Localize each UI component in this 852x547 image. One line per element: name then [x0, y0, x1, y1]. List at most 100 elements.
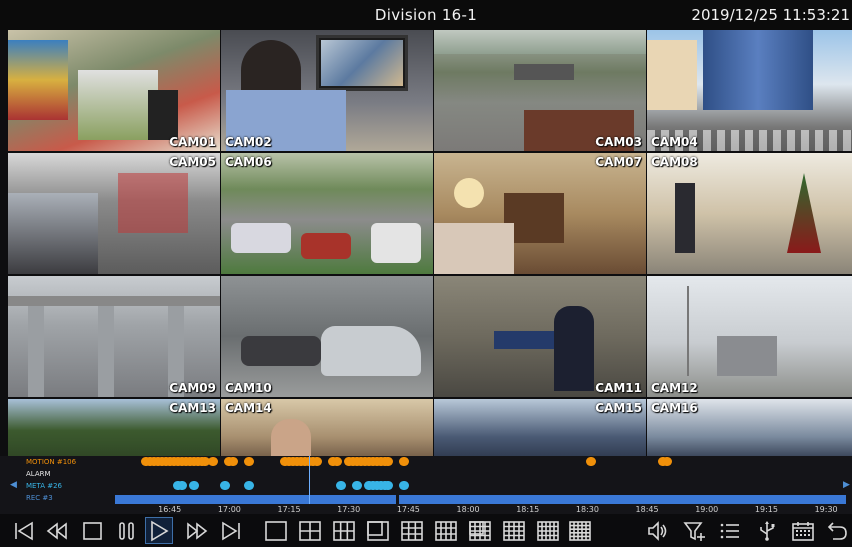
- layout-1-button[interactable]: [262, 517, 290, 544]
- alarm-row-label: ALARM: [26, 470, 51, 478]
- camera-tile-06[interactable]: CAM06: [221, 153, 433, 274]
- motion-event-marker[interactable]: [586, 457, 597, 466]
- playback-cursor[interactable]: [308, 456, 310, 504]
- camera-label: CAM02: [225, 135, 272, 149]
- timeline-tick-label: 18:45: [635, 505, 659, 514]
- layout-16-button[interactable]: [500, 517, 528, 544]
- camera-label: CAM01: [169, 135, 216, 149]
- timeline-left-arrow[interactable]: ◀: [10, 480, 17, 490]
- camera-tile-09[interactable]: CAM09: [8, 276, 220, 397]
- filter-button[interactable]: [681, 517, 709, 544]
- meta-event-marker[interactable]: [335, 481, 346, 490]
- rewind-button[interactable]: [43, 517, 71, 544]
- layout-20-button[interactable]: [534, 517, 562, 544]
- layout-4-button[interactable]: [296, 517, 324, 544]
- motion-event-marker[interactable]: [331, 457, 342, 466]
- camera-tile-12[interactable]: CAM12: [647, 276, 852, 397]
- timeline-tick-label: 19:30: [814, 505, 838, 514]
- fast-forward-icon: [187, 521, 208, 540]
- stop-button[interactable]: [79, 517, 107, 544]
- layout-6-button[interactable]: [330, 517, 358, 544]
- timeline-tick-label: 17:30: [337, 505, 361, 514]
- meta-event-marker[interactable]: [244, 481, 255, 490]
- camera-tile-07[interactable]: CAM07: [434, 153, 646, 274]
- camera-label: CAM03: [595, 135, 642, 149]
- rewind-icon: [46, 521, 67, 540]
- layout-25-button[interactable]: [566, 517, 594, 544]
- camera-tile-14[interactable]: CAM14: [221, 399, 433, 462]
- camera-tile-05[interactable]: CAM05: [8, 153, 220, 274]
- camera-grid: CAM01 CAM02 CAM03 CAM04 CAM05 CAM06 CAM0…: [8, 30, 852, 462]
- motion-event-marker[interactable]: [383, 457, 394, 466]
- camera-label: CAM15: [595, 401, 642, 415]
- calendar-icon: [792, 521, 814, 541]
- motion-event-marker[interactable]: [208, 457, 219, 466]
- camera-label: CAM13: [169, 401, 216, 415]
- meta-event-marker[interactable]: [399, 481, 410, 490]
- step-back-button[interactable]: [10, 517, 38, 544]
- datetime-display: 2019/12/25 11:53:21: [691, 6, 850, 24]
- camera-tile-01[interactable]: CAM01: [8, 30, 220, 151]
- list-icon: [720, 523, 739, 538]
- camera-tile-15[interactable]: CAM15: [434, 399, 646, 462]
- back-button[interactable]: [824, 517, 852, 544]
- meta-event-track[interactable]: [110, 481, 846, 490]
- layout-20-icon: [537, 520, 559, 541]
- usb-icon: [760, 520, 775, 541]
- camera-tile-10[interactable]: CAM10: [221, 276, 433, 397]
- camera-tile-02[interactable]: CAM02: [221, 30, 433, 151]
- motion-event-marker[interactable]: [661, 457, 672, 466]
- motion-event-marker[interactable]: [311, 457, 322, 466]
- recording-gap: [396, 495, 400, 504]
- alarm-event-track[interactable]: [110, 469, 846, 478]
- camera-label: CAM05: [169, 155, 216, 169]
- camera-tile-03[interactable]: CAM03: [434, 30, 646, 151]
- camera-tile-13[interactable]: CAM13: [8, 399, 220, 462]
- usb-button[interactable]: [753, 517, 781, 544]
- layout-13-icon: [469, 520, 491, 541]
- return-icon: [827, 521, 847, 540]
- camera-tile-11[interactable]: CAM11: [434, 276, 646, 397]
- layout-9-button[interactable]: [398, 517, 426, 544]
- layout-1-icon: [265, 520, 287, 541]
- playback-toolbar: [0, 514, 852, 547]
- timeline-tick-label: 16:45: [158, 505, 182, 514]
- meta-event-marker[interactable]: [383, 481, 394, 490]
- camera-tile-08[interactable]: CAM08: [647, 153, 852, 274]
- play-button[interactable]: [145, 517, 173, 544]
- timeline-tick-label: 19:00: [695, 505, 719, 514]
- step-forward-button[interactable]: [217, 517, 245, 544]
- meta-event-marker[interactable]: [351, 481, 362, 490]
- step-back-icon: [15, 521, 33, 540]
- camera-tile-16[interactable]: CAM16: [647, 399, 852, 462]
- motion-event-marker[interactable]: [244, 457, 255, 466]
- motion-event-track[interactable]: [110, 457, 846, 466]
- layout-6-icon: [333, 520, 355, 541]
- meta-event-marker[interactable]: [220, 481, 231, 490]
- motion-row-label: MOTION #106: [26, 458, 77, 466]
- meta-event-marker[interactable]: [176, 481, 187, 490]
- timeline-tick-label: 19:15: [754, 505, 778, 514]
- pause-icon: [119, 521, 134, 540]
- meta-event-marker[interactable]: [188, 481, 199, 490]
- rec-row-label: REC #3: [26, 494, 53, 502]
- timeline[interactable]: ◀ ▶ MOTION #106 ALARM META #26 REC #3 16…: [0, 456, 852, 514]
- stop-icon: [83, 521, 102, 540]
- layout-12-icon: [435, 520, 457, 541]
- recording-track[interactable]: [115, 495, 846, 504]
- list-button[interactable]: [716, 517, 744, 544]
- camera-tile-04[interactable]: CAM04: [647, 30, 852, 151]
- motion-event-marker[interactable]: [228, 457, 239, 466]
- camera-label: CAM07: [595, 155, 642, 169]
- audio-button[interactable]: [644, 517, 672, 544]
- pause-button[interactable]: [113, 517, 141, 544]
- timeline-tick-label: 17:15: [277, 505, 301, 514]
- layout-13-button[interactable]: [466, 517, 494, 544]
- layout-8-button[interactable]: [364, 517, 392, 544]
- camera-label: CAM10: [225, 381, 272, 395]
- fast-forward-button[interactable]: [183, 517, 211, 544]
- calendar-button[interactable]: [789, 517, 817, 544]
- speaker-icon: [648, 520, 667, 541]
- motion-event-marker[interactable]: [399, 457, 410, 466]
- layout-12-button[interactable]: [432, 517, 460, 544]
